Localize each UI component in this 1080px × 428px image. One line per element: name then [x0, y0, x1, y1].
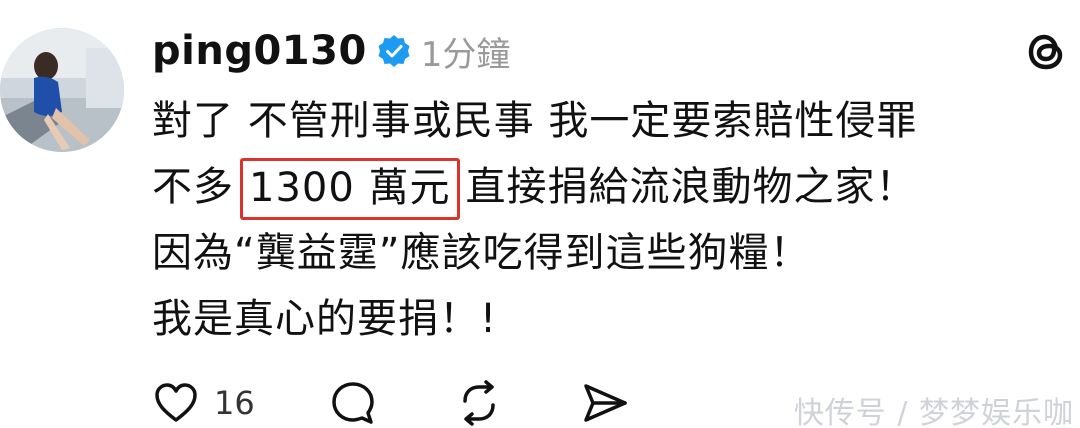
post-text-line-4: 我是真心的要捐！!	[152, 296, 498, 342]
post-text-segment: 直接捐給流浪動物之家！	[465, 164, 917, 210]
post-text-line-1: 對了 不管刑事或民事 我一定要索賠性侵罪	[152, 98, 918, 144]
verified-badge-icon	[377, 34, 411, 68]
post-text-line-2: 不多 1300 萬元 直接捐給流浪動物之家！	[152, 154, 1052, 220]
post-timestamp: 1分鐘	[420, 34, 511, 75]
comment-icon[interactable]	[329, 379, 377, 427]
heart-icon[interactable]	[152, 379, 200, 427]
post-header: ping0130 1分鐘	[152, 26, 510, 76]
threads-post: ping0130 1分鐘 對了 不管刑事或民事 我一定要索賠性侵罪 不多 1300…	[0, 0, 1080, 428]
repost-icon[interactable]	[455, 379, 503, 427]
post-text-line-3: 因為“龔益霆”應該吃得到這些狗糧！	[152, 230, 811, 276]
like-count: 16	[214, 384, 255, 422]
post-body: 對了 不管刑事或民事 我一定要索賠性侵罪 不多 1300 萬元 直接捐給流浪動物之家…	[152, 88, 1052, 352]
post-text-segment: 不多	[152, 164, 234, 210]
send-icon[interactable]	[581, 379, 629, 427]
post-actions: 16	[152, 378, 629, 428]
username[interactable]: ping0130	[152, 28, 367, 74]
watermark: 快传号 / 梦梦娱乐咖	[793, 396, 1074, 428]
highlighted-amount: 1300 萬元	[240, 158, 460, 220]
avatar[interactable]	[0, 28, 124, 152]
threads-logo-icon[interactable]	[1022, 26, 1072, 76]
avatar-photo	[0, 28, 124, 152]
